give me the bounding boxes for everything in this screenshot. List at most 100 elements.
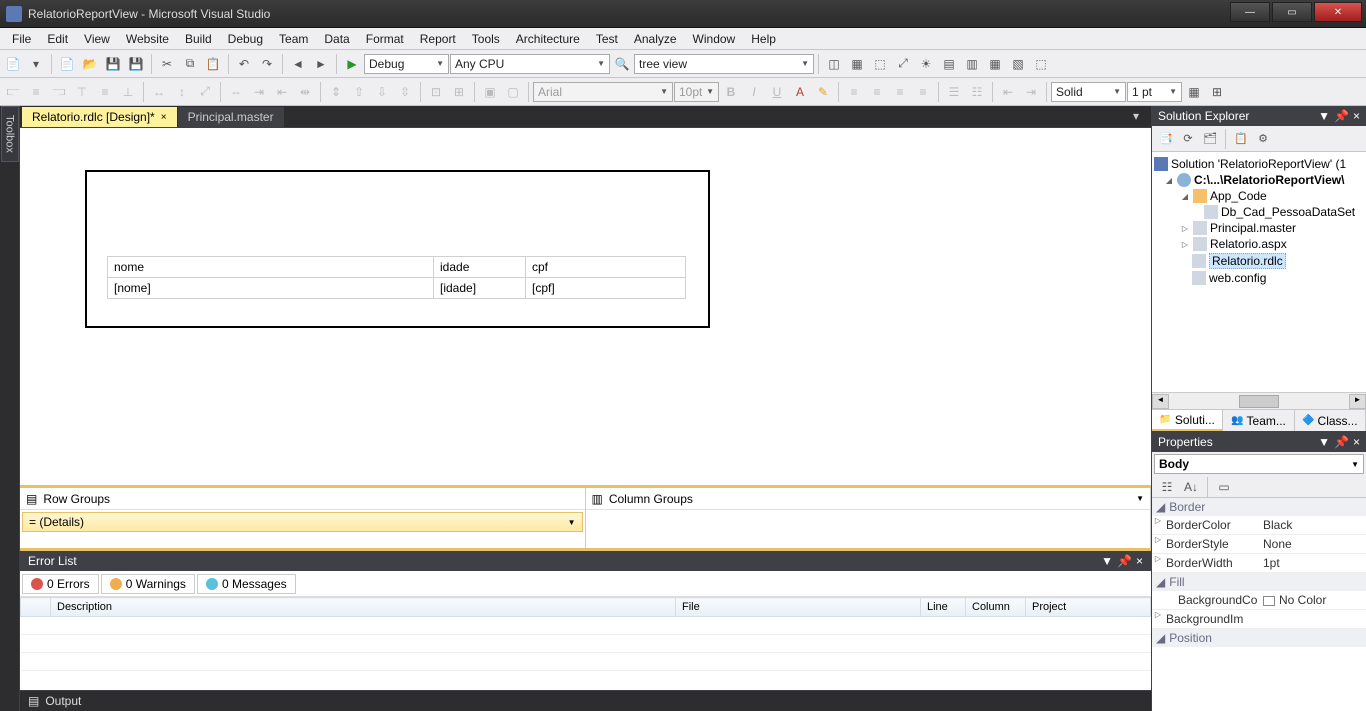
report-table[interactable]: nome idade cpf [nome] [idade] [cpf] [107, 256, 686, 299]
bring-front-icon[interactable]: ▣ [479, 81, 501, 103]
tb-icon6[interactable]: ▤ [938, 53, 960, 75]
menu-website[interactable]: Website [118, 30, 177, 48]
pin-icon[interactable]: 📌 [1334, 109, 1349, 123]
align-right-icon[interactable]: ⫎ [48, 81, 70, 103]
config-node[interactable]: web.config [1209, 271, 1266, 285]
border-style-combo[interactable]: Solid▼ [1051, 82, 1126, 102]
underline-button[interactable]: U [766, 81, 788, 103]
cat-border[interactable]: Border [1169, 500, 1205, 514]
properties-icon[interactable]: 📑 [1156, 129, 1176, 149]
tab-solution-explorer[interactable]: 📁Soluti... [1152, 410, 1223, 431]
active-files-dropdown[interactable]: ▾ [1125, 105, 1147, 127]
save-all-button[interactable]: 💾 [125, 53, 147, 75]
menu-data[interactable]: Data [316, 30, 357, 48]
italic-button[interactable]: I [743, 81, 765, 103]
tb-icon3[interactable]: ⬚ [869, 53, 891, 75]
tb-icon2[interactable]: ▦ [846, 53, 868, 75]
align-middle-icon[interactable]: ≡ [94, 81, 116, 103]
cat-fill[interactable]: Fill [1169, 575, 1184, 589]
details-group[interactable]: = (Details)▼ [22, 512, 583, 532]
tb-icon10[interactable]: ⬚ [1030, 53, 1052, 75]
output-panel-tab[interactable]: ▤Output [20, 690, 1151, 711]
platform-combo[interactable]: Any CPU▼ [450, 54, 610, 74]
solution-node[interactable]: Solution 'RelatorioReportView' (1 [1171, 157, 1346, 171]
warnings-filter[interactable]: 0 Warnings [101, 574, 195, 594]
minimize-button[interactable]: — [1230, 2, 1270, 22]
prop-bgcolor[interactable]: No Color [1259, 591, 1366, 609]
close-button[interactable]: ✕ [1314, 2, 1362, 22]
dataset-node[interactable]: Db_Cad_PessoaDataSet [1221, 205, 1355, 219]
paste-button[interactable]: 📋 [202, 53, 224, 75]
tb-icon7[interactable]: ▥ [961, 53, 983, 75]
text-right-icon[interactable]: ≡ [889, 81, 911, 103]
field-nome[interactable]: [nome] [108, 278, 434, 299]
list-number-icon[interactable]: ☷ [966, 81, 988, 103]
add-item-button[interactable]: ▾ [25, 53, 47, 75]
dropdown-icon[interactable]: ▼ [1101, 554, 1113, 568]
dropdown-icon[interactable]: ▼ [1318, 435, 1330, 449]
menu-tools[interactable]: Tools [464, 30, 508, 48]
col-project[interactable]: Project [1026, 598, 1151, 617]
list-bullet-icon[interactable]: ☰ [943, 81, 965, 103]
hspace-inc-icon[interactable]: ⇥ [248, 81, 270, 103]
undo-button[interactable]: ↶ [233, 53, 255, 75]
chevron-down-icon[interactable]: ▼ [1136, 494, 1144, 503]
hspace-eq-icon[interactable]: ⇔ [225, 81, 247, 103]
menu-analyze[interactable]: Analyze [626, 30, 685, 48]
tb-icon8[interactable]: ▦ [984, 53, 1006, 75]
col-file[interactable]: File [676, 598, 921, 617]
property-pages-icon[interactable]: ▭ [1213, 476, 1235, 498]
vspace-rem-icon[interactable]: ⇳ [394, 81, 416, 103]
tab-principal-master[interactable]: Principal.master [178, 107, 284, 127]
errors-filter[interactable]: 0 Errors [22, 574, 99, 594]
start-debug-button[interactable]: ▶ [341, 53, 363, 75]
menu-build[interactable]: Build [177, 30, 220, 48]
config-combo[interactable]: Debug▼ [364, 54, 449, 74]
send-back-icon[interactable]: ▢ [502, 81, 524, 103]
alpha-sort-icon[interactable]: A↓ [1180, 476, 1202, 498]
find-combo[interactable]: tree view▼ [634, 54, 814, 74]
border-width-combo[interactable]: 1 pt▼ [1127, 82, 1182, 102]
indent-icon[interactable]: ⇥ [1020, 81, 1042, 103]
config-icon[interactable]: ⚙ [1253, 129, 1273, 149]
field-idade[interactable]: [idade] [434, 278, 526, 299]
pin-icon[interactable]: 📌 [1334, 435, 1349, 449]
field-cpf[interactable]: [cpf] [526, 278, 686, 299]
redo-button[interactable]: ↷ [256, 53, 278, 75]
vspace-inc-icon[interactable]: ⇧ [348, 81, 370, 103]
horizontal-scrollbar[interactable]: ◄► [1152, 392, 1366, 409]
vspace-dec-icon[interactable]: ⇩ [371, 81, 393, 103]
property-grid[interactable]: ◢Border ▷BorderColorBlack ▷BorderStyleNo… [1152, 498, 1366, 711]
menu-architecture[interactable]: Architecture [508, 30, 588, 48]
cut-button[interactable]: ✂ [156, 53, 178, 75]
new-project-button[interactable]: 📄 [2, 53, 24, 75]
menu-debug[interactable]: Debug [220, 30, 271, 48]
menu-edit[interactable]: Edit [39, 30, 76, 48]
col-description[interactable]: Description [51, 598, 676, 617]
tb-icon1[interactable]: ◫ [823, 53, 845, 75]
save-button[interactable]: 💾 [102, 53, 124, 75]
toolbox-panel-tab[interactable]: Toolbox [0, 106, 20, 711]
text-center-icon[interactable]: ≡ [866, 81, 888, 103]
col-blank[interactable] [21, 598, 51, 617]
text-left-icon[interactable]: ≡ [843, 81, 865, 103]
hspace-rem-icon[interactable]: ⇹ [294, 81, 316, 103]
tab-class-view[interactable]: 🔷Class... [1295, 410, 1366, 431]
menu-team[interactable]: Team [271, 30, 316, 48]
find-button[interactable]: 🔍 [611, 53, 633, 75]
tb-icon4[interactable]: ⤢ [892, 53, 914, 75]
menu-format[interactable]: Format [358, 30, 412, 48]
outdent-icon[interactable]: ⇤ [997, 81, 1019, 103]
borders-button[interactable]: ⊞ [1206, 81, 1228, 103]
col-header-nome[interactable]: nome [108, 257, 434, 278]
vspace-eq-icon[interactable]: ⇕ [325, 81, 347, 103]
col-line[interactable]: Line [921, 598, 966, 617]
dropdown-icon[interactable]: ▼ [1318, 109, 1330, 123]
tab-relatorio-rdlc[interactable]: Relatorio.rdlc [Design]*× [22, 107, 177, 127]
menu-test[interactable]: Test [588, 30, 626, 48]
property-object-combo[interactable]: Body▼ [1154, 454, 1364, 474]
font-color-button[interactable]: A [789, 81, 811, 103]
bold-button[interactable]: B [720, 81, 742, 103]
menu-window[interactable]: Window [685, 30, 744, 48]
report-body[interactable]: nome idade cpf [nome] [idade] [cpf] [85, 170, 710, 328]
